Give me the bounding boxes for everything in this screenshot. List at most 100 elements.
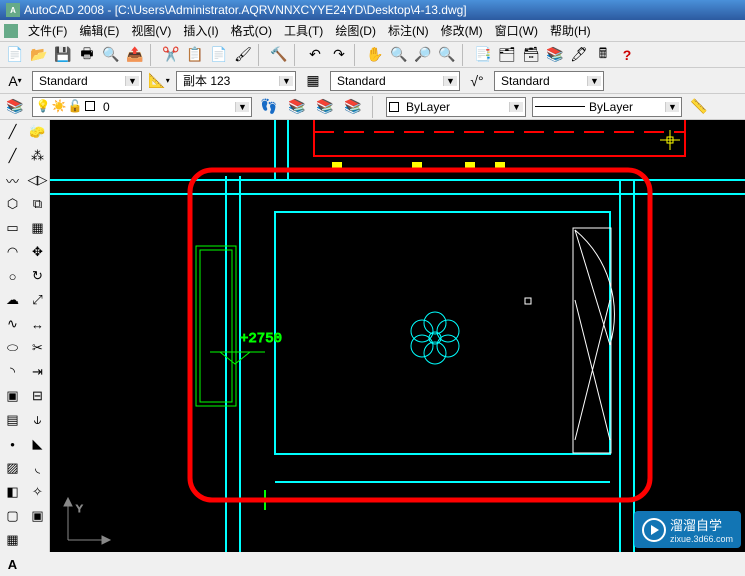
- point-tool[interactable]: •: [0, 432, 25, 456]
- draworder-tool[interactable]: ▣: [25, 504, 50, 528]
- paste-button[interactable]: 📄: [208, 44, 230, 66]
- design-center-button[interactable]: 🗂: [496, 44, 518, 66]
- chevron-down-icon: ▼: [509, 102, 523, 112]
- menu-view[interactable]: 视图(V): [125, 20, 177, 41]
- polygon-tool[interactable]: ⬡: [0, 192, 25, 216]
- move-tool[interactable]: ✥: [25, 240, 50, 264]
- insert-tool[interactable]: ▣: [0, 384, 25, 408]
- undo-button[interactable]: ↶: [304, 44, 326, 66]
- menu-modify[interactable]: 修改(M): [435, 20, 489, 41]
- revcloud-tool[interactable]: ☁: [0, 288, 25, 312]
- table-style-button[interactable]: ▦: [302, 70, 324, 92]
- pan-button[interactable]: ✋: [364, 44, 386, 66]
- zoom-prev-button[interactable]: 🔍: [436, 44, 458, 66]
- menu-draw[interactable]: 绘图(D): [329, 20, 382, 41]
- gradient-tool[interactable]: ◧: [0, 480, 25, 504]
- match-button[interactable]: 🖌: [232, 44, 254, 66]
- xline-tool[interactable]: ╱: [0, 144, 25, 168]
- lineweight-combo[interactable]: ByLayer ▼: [532, 97, 682, 117]
- rect-tool[interactable]: ▭: [0, 216, 25, 240]
- menu-help[interactable]: 帮助(H): [544, 20, 597, 41]
- markup-button[interactable]: 🖊: [568, 44, 590, 66]
- dim-style-combo[interactable]: 副本 123 ▼: [176, 71, 296, 91]
- help-button[interactable]: ?: [616, 44, 638, 66]
- rotate-tool[interactable]: ↻: [25, 264, 50, 288]
- explode-tool[interactable]: ✧: [25, 480, 50, 504]
- menu-dim[interactable]: 标注(N): [382, 20, 435, 41]
- spline-tool[interactable]: ∿: [0, 312, 25, 336]
- mleader-style-combo[interactable]: Standard ▼: [494, 71, 604, 91]
- table-tool[interactable]: ▦: [0, 528, 25, 552]
- zoom-window-button[interactable]: 🔎: [412, 44, 434, 66]
- text-style-button[interactable]: A▾: [4, 70, 26, 92]
- pline-tool[interactable]: 〰: [0, 168, 25, 192]
- layer-combo[interactable]: 💡 ☀️ 🔓 0 ▼: [32, 97, 252, 117]
- dim-style-button[interactable]: 📐▾: [148, 70, 170, 92]
- watermark: 溜溜自学 zixue.3d66.com: [634, 511, 741, 548]
- print-button[interactable]: 🖶: [76, 44, 98, 66]
- hatch-tool[interactable]: ▨: [0, 456, 25, 480]
- sun-icon: ☀️: [51, 99, 67, 115]
- blank-tool[interactable]: [25, 528, 50, 552]
- block-editor-button[interactable]: 🔨: [268, 44, 290, 66]
- offset-tool[interactable]: ⧉: [25, 192, 50, 216]
- tool-palettes-button[interactable]: 🗃: [520, 44, 542, 66]
- fillet-tool[interactable]: ◟: [25, 456, 50, 480]
- arc-tool[interactable]: ◠: [0, 240, 25, 264]
- erase-tool[interactable]: 🧽: [25, 120, 50, 144]
- bulb-icon: 💡: [35, 99, 51, 115]
- extend-tool[interactable]: ⇥: [25, 360, 50, 384]
- chamfer-tool[interactable]: ◣: [25, 432, 50, 456]
- trim-tool[interactable]: ✂: [25, 336, 50, 360]
- zoom-rt-button[interactable]: 🔍: [388, 44, 410, 66]
- redo-button[interactable]: ↷: [328, 44, 350, 66]
- circle-tool[interactable]: ○: [0, 264, 25, 288]
- layer-props-button[interactable]: 📚: [4, 96, 26, 118]
- chevron-down-icon: ▼: [125, 76, 139, 86]
- publish-button[interactable]: 📤: [124, 44, 146, 66]
- menu-tools[interactable]: 工具(T): [278, 20, 329, 41]
- color-value: ByLayer: [402, 100, 509, 114]
- open-button[interactable]: 📂: [28, 44, 50, 66]
- region-tool[interactable]: ▢: [0, 504, 25, 528]
- text-style-combo[interactable]: Standard ▼: [32, 71, 142, 91]
- new-button[interactable]: 📄: [4, 44, 26, 66]
- lineweight-button[interactable]: 📏: [688, 96, 710, 118]
- ellipse-arc-tool[interactable]: ◝: [0, 360, 25, 384]
- menu-file[interactable]: 文件(F): [22, 20, 73, 41]
- ellipse-tool[interactable]: ⬭: [0, 336, 25, 360]
- make-block-tool[interactable]: ▤: [0, 408, 25, 432]
- menu-insert[interactable]: 插入(I): [177, 20, 224, 41]
- save-button[interactable]: 💾: [52, 44, 74, 66]
- sheet-set-button[interactable]: 📚: [544, 44, 566, 66]
- scale-tool[interactable]: ⤢: [25, 288, 50, 312]
- color-combo[interactable]: ByLayer ▼: [386, 97, 526, 117]
- break-tool[interactable]: ⊟: [25, 384, 50, 408]
- layer-state-button[interactable]: 📚: [314, 96, 336, 118]
- properties-button[interactable]: 📑: [472, 44, 494, 66]
- color-swatch-icon: [389, 102, 399, 112]
- menu-edit[interactable]: 编辑(E): [73, 20, 125, 41]
- layer-walk-button[interactable]: 👣: [258, 96, 280, 118]
- mtext-tool[interactable]: A: [0, 552, 25, 576]
- table-style-combo[interactable]: Standard ▼: [330, 71, 460, 91]
- layer-prev-button[interactable]: 📚: [286, 96, 308, 118]
- preview-button[interactable]: 🔍: [100, 44, 122, 66]
- cut-button[interactable]: ✂️: [160, 44, 182, 66]
- stretch-tool[interactable]: ↔: [25, 312, 50, 336]
- copy-tool[interactable]: ⁂: [25, 144, 50, 168]
- array-tool[interactable]: ▦: [25, 216, 50, 240]
- table-style-value: Standard: [333, 74, 443, 88]
- line-tool[interactable]: ╱: [0, 120, 25, 144]
- menu-window[interactable]: 窗口(W): [489, 20, 544, 41]
- drawing-canvas[interactable]: +2750 Y: [50, 120, 745, 552]
- menu-format[interactable]: 格式(O): [225, 20, 278, 41]
- join-tool[interactable]: ⫝: [25, 408, 50, 432]
- quickcalc-button[interactable]: 🖩: [592, 44, 614, 66]
- copy-button[interactable]: 📋: [184, 44, 206, 66]
- layer-iso-button[interactable]: 📚: [342, 96, 364, 118]
- lineweight-value: ByLayer: [585, 100, 665, 114]
- draw-modify-palette: ╱ 🧽 ╱ ⁂ 〰 ◁▷ ⬡ ⧉ ▭ ▦ ◠ ✥ ○ ↻ ☁ ⤢ ∿ ↔ ⬭ ✂…: [0, 120, 50, 552]
- mirror-tool[interactable]: ◁▷: [25, 168, 50, 192]
- mleader-style-button[interactable]: √°: [466, 70, 488, 92]
